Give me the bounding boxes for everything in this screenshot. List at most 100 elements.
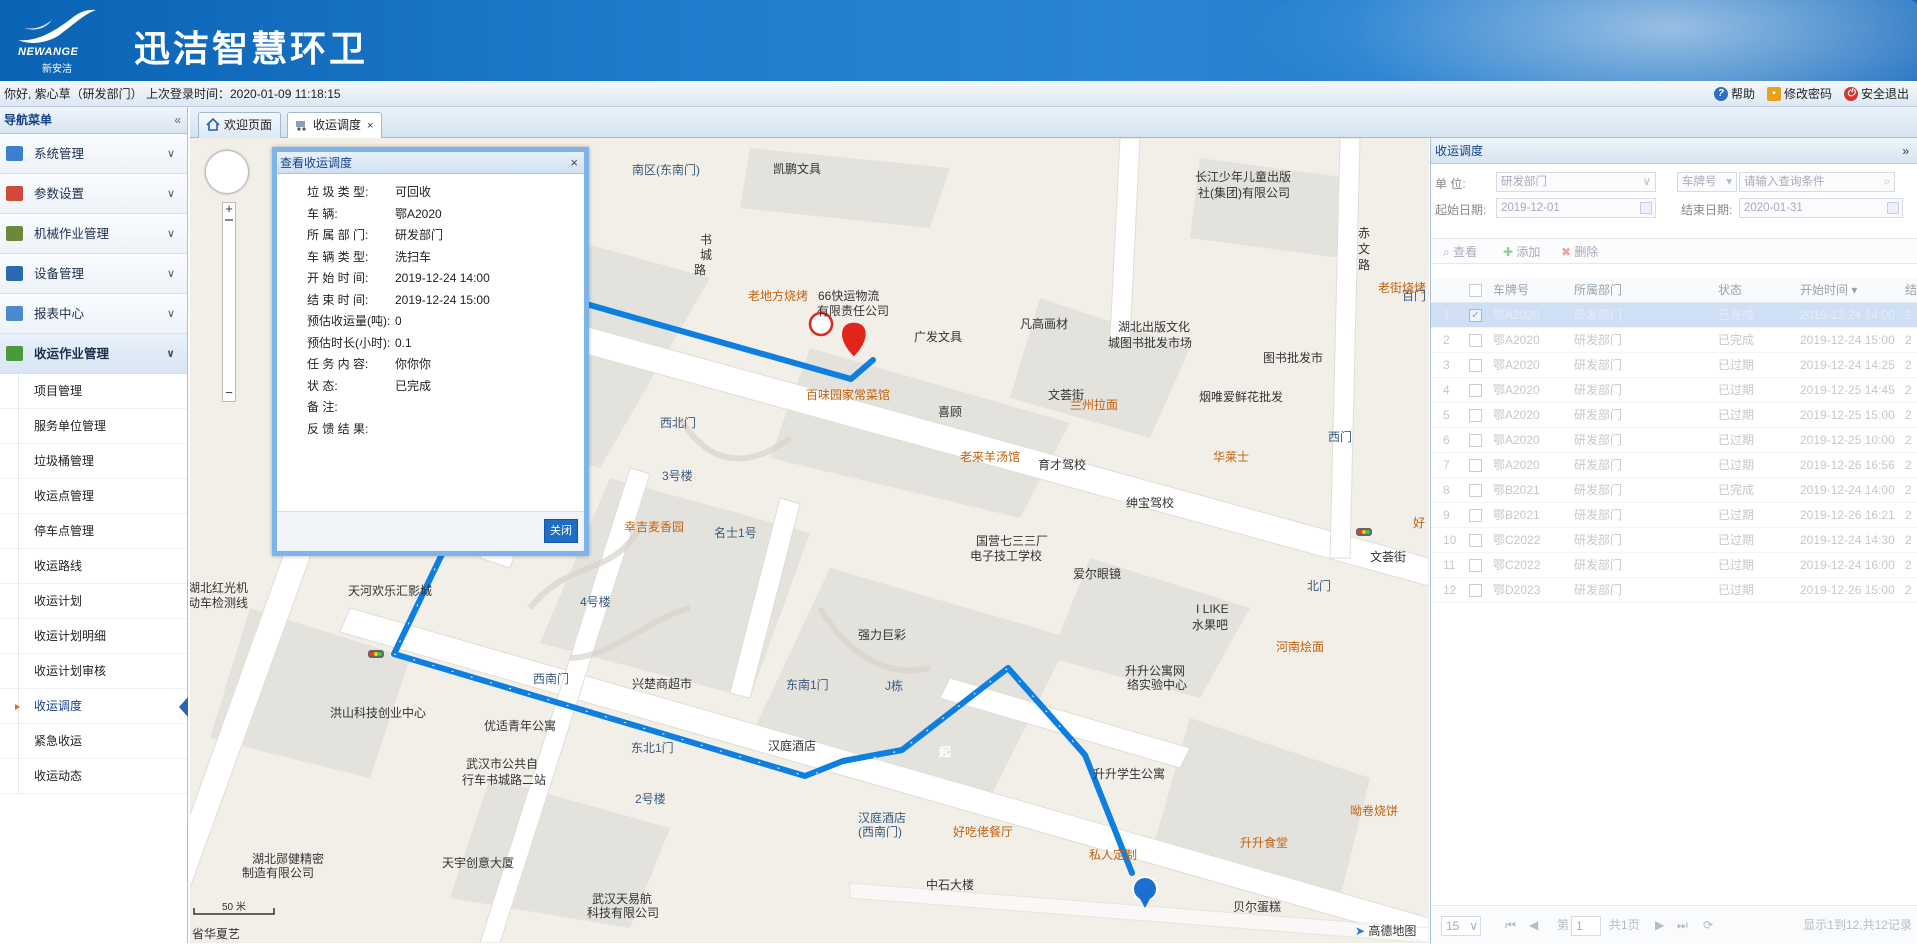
map-poi-label[interactable]: 行车书城路二站 (462, 773, 546, 788)
map-poi-label[interactable]: 私人定制 (1089, 848, 1137, 863)
row-checkbox[interactable] (1469, 359, 1482, 372)
map-poi-label[interactable]: 湖北出版文化 (1118, 320, 1190, 335)
row-checkbox[interactable] (1469, 434, 1482, 447)
column-header-start[interactable]: 开始时间 ▾ (1800, 278, 1857, 303)
menu-group-devices[interactable]: 设备管理 ∨ (0, 254, 187, 294)
map-poi-label[interactable]: (西南门) (858, 825, 902, 840)
map-poi-label[interactable]: 呦卷烧饼 (1350, 804, 1398, 819)
table-row[interactable]: 8 鄂B2021 研发部门 已完成 2019-12-24 14:00 2 (1431, 478, 1917, 503)
first-page-icon[interactable]: ⏮ (1505, 906, 1516, 944)
map-poi-label[interactable]: 南区(东南门) (632, 163, 700, 178)
sidebar-item-plan-review[interactable]: 收运计划审核 (0, 654, 187, 689)
map-poi-label[interactable]: 名士1号 (714, 526, 757, 541)
row-checkbox[interactable] (1469, 409, 1482, 422)
map-poi-label[interactable]: 赤 (1358, 226, 1370, 241)
column-header-dept[interactable]: 所属部门 (1574, 278, 1622, 303)
zoom-slider[interactable]: + − (222, 202, 236, 402)
map-poi-label[interactable]: 络实验中心 (1127, 678, 1187, 693)
map-poi-label[interactable]: 幸吉麦香园 (624, 520, 684, 535)
tab-dispatch[interactable]: 收运调度 × (287, 112, 383, 139)
map-poi-label[interactable]: 湖北红光机 (190, 581, 248, 596)
page-number-input[interactable]: 1 (1571, 916, 1601, 936)
unit-select[interactable]: 研发部门 ∨ (1496, 172, 1656, 192)
map-poi-label[interactable]: 书 (700, 233, 712, 248)
map-poi-label[interactable]: I LIKE (1196, 602, 1229, 617)
map-poi-label[interactable]: 4号楼 (580, 595, 611, 610)
last-page-icon[interactable]: ⏭ (1677, 906, 1688, 944)
map-poi-label[interactable]: 西北门 (660, 416, 696, 431)
table-row[interactable]: 11 鄂C2022 研发部门 已过期 2019-12-24 16:00 2 (1431, 553, 1917, 578)
change-password-link[interactable]: ▪ 修改密码 (1766, 81, 1832, 107)
map-poi-label[interactable]: 图书批发市 (1263, 351, 1323, 366)
map-poi-label[interactable]: 文荟街 (1370, 550, 1406, 565)
end-date-field[interactable]: 2020-01-31 (1739, 198, 1903, 218)
map-poi-label[interactable]: 2号楼 (635, 792, 666, 807)
delete-button[interactable]: ✖ 删除 (1561, 239, 1598, 265)
map-poi-label[interactable]: 老来羊汤馆 (960, 450, 1020, 465)
help-link[interactable]: ? 帮助 (1713, 81, 1755, 107)
map-poi-label[interactable]: 长江少年儿童出版 (1195, 170, 1291, 185)
sidebar-item-service-units[interactable]: 服务单位管理 (0, 409, 187, 444)
row-checkbox[interactable] (1469, 484, 1482, 497)
row-checkbox[interactable] (1469, 384, 1482, 397)
sidebar-item-routes[interactable]: 收运路线 (0, 549, 187, 584)
map-poi-label[interactable]: 中石大楼 (926, 878, 974, 893)
row-checkbox[interactable] (1469, 559, 1482, 572)
map-poi-label[interactable]: 路 (694, 263, 706, 278)
map-poi-label[interactable]: 百门 (1402, 289, 1426, 304)
map-poi-label[interactable]: 城 (700, 248, 712, 263)
start-date-field[interactable]: 2019-12-01 (1496, 198, 1656, 218)
refresh-icon[interactable]: ⟳ (1703, 906, 1713, 944)
map-poi-label[interactable]: 凡高画材 (1020, 317, 1068, 332)
map-poi-label[interactable]: 动车检测线 (190, 596, 248, 611)
map-poi-label[interactable]: 汉庭酒店 (858, 811, 906, 826)
map-poi-label[interactable]: 烟唯爱鲜花批发 (1199, 390, 1283, 405)
row-checkbox[interactable] (1469, 534, 1482, 547)
row-checkbox[interactable] (1469, 509, 1482, 522)
table-row[interactable]: 4 鄂A2020 研发部门 已过期 2019-12-25 14:45 2 (1431, 378, 1917, 403)
map-poi-label[interactable]: J栋 (885, 679, 903, 694)
map-poi-label[interactable]: 北门 (1307, 579, 1331, 594)
map-poi-label[interactable]: 天河欢乐汇影城 (348, 584, 432, 599)
zoom-in-icon[interactable]: + (223, 202, 235, 215)
menu-group-system[interactable]: 系统管理 ∨ (0, 134, 187, 174)
map-poi-label[interactable]: 兰州拉面 (1070, 398, 1118, 413)
map-poi-label[interactable]: 老地方烧烤 (748, 289, 808, 304)
tab-welcome[interactable]: 欢迎页面 (198, 112, 282, 138)
table-row[interactable]: 12 鄂D2023 研发部门 已过期 2019-12-26 15:00 2 (1431, 578, 1917, 603)
sidebar-item-parking-points[interactable]: 停车点管理 (0, 514, 187, 549)
map-poi-label[interactable]: 3号楼 (662, 469, 693, 484)
table-row[interactable]: ✓ 1 鄂A2020 研发部门 已完成 2019-12-24 14:00 2 (1431, 303, 1917, 328)
close-tab-icon[interactable]: × (367, 120, 373, 132)
map-poi-label[interactable]: 武汉天易航 (592, 892, 652, 907)
map-poi-label[interactable]: 科技有限公司 (587, 906, 659, 921)
table-row[interactable]: 5 鄂A2020 研发部门 已过期 2019-12-25 15:00 2 (1431, 403, 1917, 428)
map-poi-label[interactable]: 好吃佬餐厅 (953, 825, 1013, 840)
map-poi-label[interactable]: 社(集团)有限公司 (1198, 186, 1290, 201)
column-header-plate[interactable]: 车牌号 (1493, 278, 1529, 303)
add-button[interactable]: ✚ 添加 (1503, 239, 1540, 265)
map-poi-label[interactable]: 喜顾 (938, 405, 962, 420)
map-poi-label[interactable]: 西门 (1328, 430, 1352, 445)
collapse-sidebar-icon[interactable]: « (174, 107, 181, 134)
sidebar-item-projects[interactable]: 项目管理 (0, 374, 187, 409)
prev-page-icon[interactable]: ◀ (1529, 906, 1538, 944)
map-poi-label[interactable]: 升升食堂 (1240, 836, 1288, 851)
logout-link[interactable]: ⏻ 安全退出 (1843, 81, 1909, 107)
view-button[interactable]: ⌕ 查看 (1443, 239, 1477, 265)
map-poi-label[interactable]: 升升学生公寓 (1093, 767, 1165, 782)
map-poi-label[interactable]: 爱尔眼镜 (1073, 567, 1121, 582)
next-page-icon[interactable]: ▶ (1655, 906, 1664, 944)
search-input[interactable]: 请输入查询条件 ⌕ (1739, 172, 1895, 192)
select-all-checkbox[interactable] (1469, 284, 1482, 297)
row-checkbox[interactable]: ✓ (1469, 309, 1482, 322)
map-poi-label[interactable]: 升升公寓网 (1125, 664, 1185, 679)
map-poi-label[interactable]: 优适青年公寓 (484, 719, 556, 734)
menu-group-params[interactable]: 参数设置 ∨ (0, 174, 187, 214)
map-poi-label[interactable]: 文 (1358, 242, 1370, 257)
row-checkbox[interactable] (1469, 459, 1482, 472)
sidebar-item-collection-points[interactable]: 收运点管理 (0, 479, 187, 514)
map-poi-label[interactable]: 华莱士 (1213, 450, 1249, 465)
menu-group-reports[interactable]: 报表中心 ∨ (0, 294, 187, 334)
zoom-out-icon[interactable]: − (223, 386, 235, 399)
